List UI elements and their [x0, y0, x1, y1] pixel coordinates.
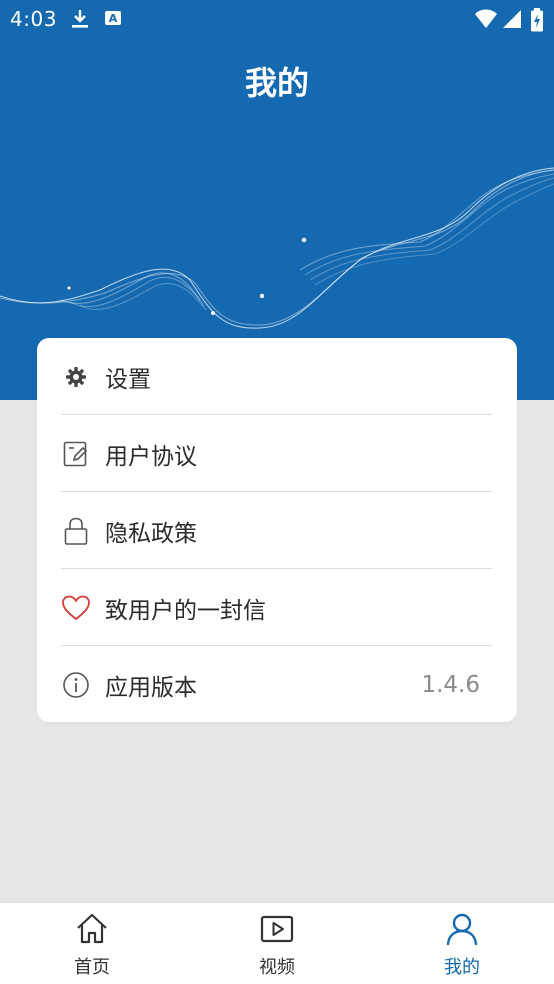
profile-screen: 4:03 A 我的 设置 用户协议 隐私政策 致用户的一封信 应用版本 1.4.…	[0, 0, 554, 984]
menu-item-app-version[interactable]: 应用版本 1.4.6	[61, 646, 492, 723]
app-version-value: 1.4.6	[421, 671, 480, 698]
menu-card: 设置 用户协议 隐私政策 致用户的一封信 应用版本 1.4.6	[37, 338, 517, 722]
menu-item-label: 用户协议	[105, 443, 197, 470]
decorative-wave-lines	[0, 167, 554, 329]
gear-icon	[61, 362, 91, 392]
menu-item-letter-to-users[interactable]: 致用户的一封信	[61, 569, 492, 646]
nav-tab-video[interactable]: 视频	[227, 911, 327, 981]
download-icon	[72, 10, 88, 28]
menu-item-privacy-policy[interactable]: 隐私政策	[61, 492, 492, 569]
home-icon	[77, 913, 107, 944]
battery-charging-icon	[531, 8, 543, 32]
menu-item-label: 隐私政策	[105, 520, 197, 547]
menu-item-user-agreement[interactable]: 用户协议	[61, 415, 492, 492]
menu-item-label: 致用户的一封信	[105, 597, 266, 624]
nav-tab-label: 视频	[259, 957, 295, 978]
status-time: 4:03	[10, 7, 57, 31]
keyboard-a-icon: A	[105, 11, 121, 25]
nav-tab-label: 首页	[74, 957, 110, 978]
info-icon	[61, 670, 91, 700]
menu-item-settings[interactable]: 设置	[61, 338, 492, 415]
signal-icon	[503, 10, 521, 28]
menu-item-label: 设置	[105, 366, 151, 393]
nav-tab-mine[interactable]: 我的	[412, 911, 512, 981]
wifi-icon	[475, 9, 497, 28]
status-bar: 4:03 A	[0, 0, 554, 36]
nav-tab-home[interactable]: 首页	[42, 911, 142, 981]
menu-item-label: 应用版本	[105, 674, 197, 701]
lock-icon	[61, 516, 91, 546]
page-title: 我的	[244, 64, 309, 102]
svg-text:A: A	[109, 12, 118, 25]
video-play-icon	[260, 915, 294, 943]
bottom-navigation: 首页 视频 我的	[0, 902, 554, 984]
nav-tab-label: 我的	[444, 957, 480, 978]
edit-document-icon	[61, 439, 91, 469]
heart-icon	[61, 593, 91, 623]
user-icon	[446, 913, 478, 946]
